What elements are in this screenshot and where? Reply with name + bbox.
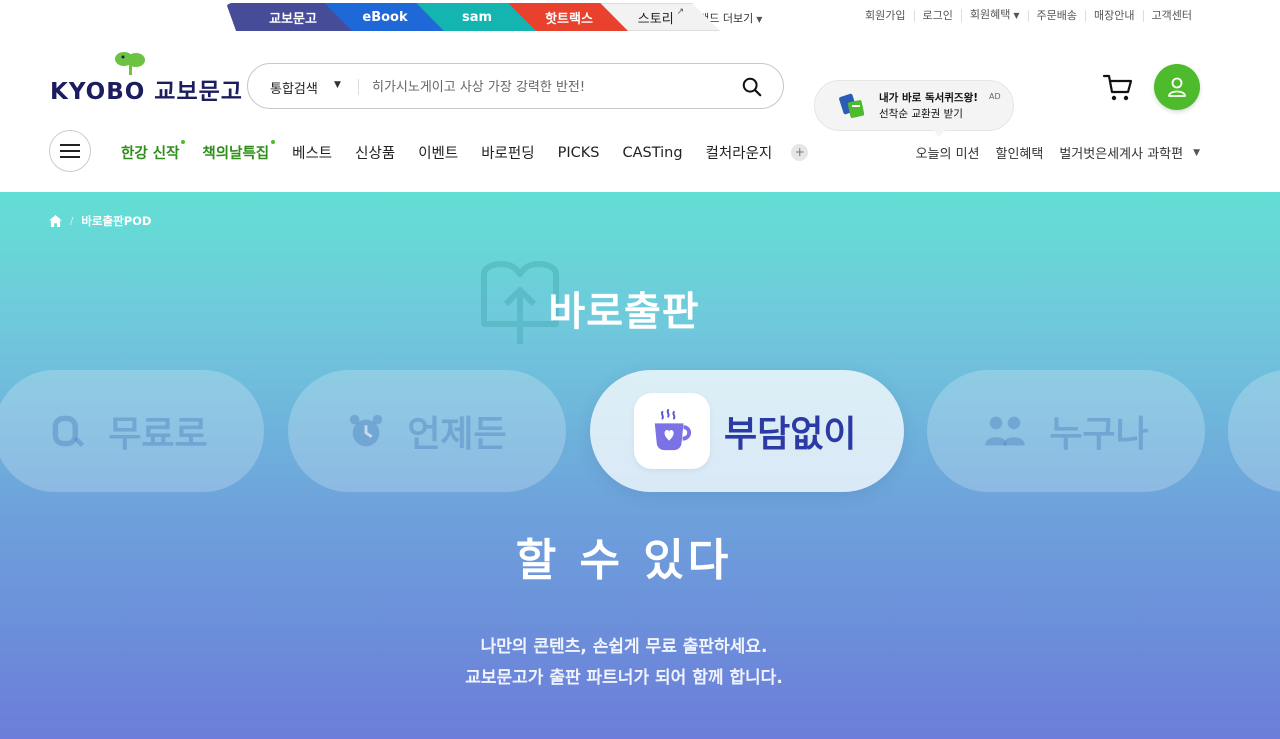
home-icon[interactable] xyxy=(49,215,62,227)
util-link-stores[interactable]: 매장안내 xyxy=(1085,9,1142,22)
all-menu-button[interactable] xyxy=(49,130,91,172)
pill-easy-active: 부담없이 xyxy=(590,370,904,492)
pill-label: 부담없이 xyxy=(724,414,857,455)
ad-tag: AD xyxy=(989,92,1001,101)
brand-tabs: 교보문고 eBook sam 핫트랙스 스토리 ↗ xyxy=(226,3,720,31)
search-icon[interactable] xyxy=(741,76,763,98)
user-icon xyxy=(1168,77,1186,97)
nav-link-discount[interactable]: 할인혜택 xyxy=(996,143,1044,162)
nav-link-mission[interactable]: 오늘의 미션 xyxy=(916,143,980,162)
brand-bar: 교보문고 eBook sam 핫트랙스 스토리 ↗ 브랜드 더보기 ▼ 회원가입 로… xyxy=(0,0,1280,33)
cart-icon[interactable] xyxy=(1102,73,1134,103)
kyobo-logo[interactable]: KYOBO 교보문고 xyxy=(50,50,242,105)
breadcrumb-current[interactable]: 바로출판POD xyxy=(81,213,151,229)
caret-down-icon: ▼ xyxy=(1013,11,1020,20)
caret-down-icon[interactable]: ▼ xyxy=(334,80,341,90)
nav-item-new[interactable]: 신상품 xyxy=(355,142,395,163)
pill-label: 언제든 xyxy=(407,414,507,455)
new-dot-icon xyxy=(181,140,186,144)
pill-next-partial xyxy=(1228,370,1280,492)
util-link-benefits-label: 회원혜택 xyxy=(969,8,1011,21)
nav-link-promo[interactable]: 벌거벗은세계사 과학편 xyxy=(1059,143,1183,162)
nav-item-label: 한강 신작 xyxy=(121,146,180,162)
util-link-benefits[interactable]: 회원혜택 ▼ xyxy=(960,8,1028,22)
pill-free: 무료로 xyxy=(0,370,264,492)
hamburger-icon xyxy=(60,144,80,158)
hero-banner: / 바로출판POD 바로출판 무료로 언제든 부담없이 누구나 할 수 있다 나… xyxy=(0,192,1280,739)
hero-title: 바로출판 xyxy=(548,289,700,335)
util-link-support[interactable]: 고객센터 xyxy=(1142,9,1200,22)
people-icon xyxy=(985,416,1026,446)
breadcrumb: / 바로출판POD xyxy=(49,213,151,229)
hero-description: 나만의 콘텐츠, 손쉽게 무료 출판하세요. 교보문고가 출판 파트너가 되어 … xyxy=(0,632,1248,694)
brand-tab-story-label: 스토리 xyxy=(637,11,674,27)
main-nav: 한강 신작 책의날특집 베스트 신상품 이벤트 바로펀딩 PICKS CASTi… xyxy=(121,140,809,163)
quiz-card-icon xyxy=(839,93,865,118)
search-divider xyxy=(358,79,359,95)
ad-bubble-tail xyxy=(933,130,945,137)
nav-item-bookday[interactable]: 책의날특집 xyxy=(202,140,276,163)
caret-down-icon[interactable]: ▼ xyxy=(1193,148,1200,158)
hero-desc-line-1: 나만의 콘텐츠, 손쉽게 무료 출판하세요. xyxy=(480,637,768,657)
coffee-cup-heart-icon xyxy=(654,408,692,451)
utility-links: 회원가입 로그인 회원혜택 ▼ 주문배송 매장안내 고객센터 xyxy=(857,9,1200,22)
external-link-icon: ↗ xyxy=(676,7,685,17)
nav-item-label: 책의날특집 xyxy=(202,146,270,162)
alarm-clock-icon xyxy=(350,414,383,447)
pill-label: 누구나 xyxy=(1049,414,1149,455)
my-account-button[interactable] xyxy=(1154,64,1200,110)
ad-subline: 선착순 교환권 받기 xyxy=(879,108,963,120)
breadcrumb-separator: / xyxy=(70,215,74,227)
nav-item-picks[interactable]: PICKS xyxy=(558,145,600,161)
new-dot-icon xyxy=(271,140,276,144)
nav-item-funding[interactable]: 바로펀딩 xyxy=(481,142,534,163)
pill-anytime: 언제든 xyxy=(288,370,566,492)
ad-banner[interactable]: 내가 바로 독서퀴즈왕! AD 선착순 교환권 받기 xyxy=(814,80,1014,137)
hero-desc-line-2: 교보문고가 출판 파트너가 되어 함께 합니다. xyxy=(465,668,783,688)
search-input[interactable] xyxy=(372,75,712,99)
search-scope-select[interactable]: 통합검색 xyxy=(270,78,318,97)
logo-text: KYOBO 교보문고 xyxy=(50,79,243,105)
nav-item-best[interactable]: 베스트 xyxy=(292,142,332,163)
caret-down-icon: ▼ xyxy=(756,15,763,24)
nav-item-culture[interactable]: 컬처라운지 xyxy=(706,142,773,163)
nav-right-links: 오늘의 미션 할인혜택 벌거벗은세계사 과학편 ▼ xyxy=(900,143,1200,162)
q-search-icon xyxy=(53,415,85,447)
search-bar: 통합검색 ▼ xyxy=(247,63,784,109)
util-link-signup[interactable]: 회원가입 xyxy=(857,9,913,22)
nav-item-casting[interactable]: CASTing xyxy=(622,145,682,161)
hero-subtitle: 할 수 있다 xyxy=(515,535,733,586)
pill-label: 무료로 xyxy=(108,414,208,455)
util-link-orders[interactable]: 주문배송 xyxy=(1027,9,1085,22)
cup-icon-box xyxy=(634,393,710,469)
pill-anyone: 누구나 xyxy=(927,370,1205,492)
nav-more-plus-icon[interactable]: + xyxy=(791,144,809,161)
nav-item-event[interactable]: 이벤트 xyxy=(418,142,458,163)
ad-headline: 내가 바로 독서퀴즈왕! xyxy=(879,92,979,104)
util-link-login[interactable]: 로그인 xyxy=(913,9,961,22)
nav-item-hangang[interactable]: 한강 신작 xyxy=(121,140,186,163)
